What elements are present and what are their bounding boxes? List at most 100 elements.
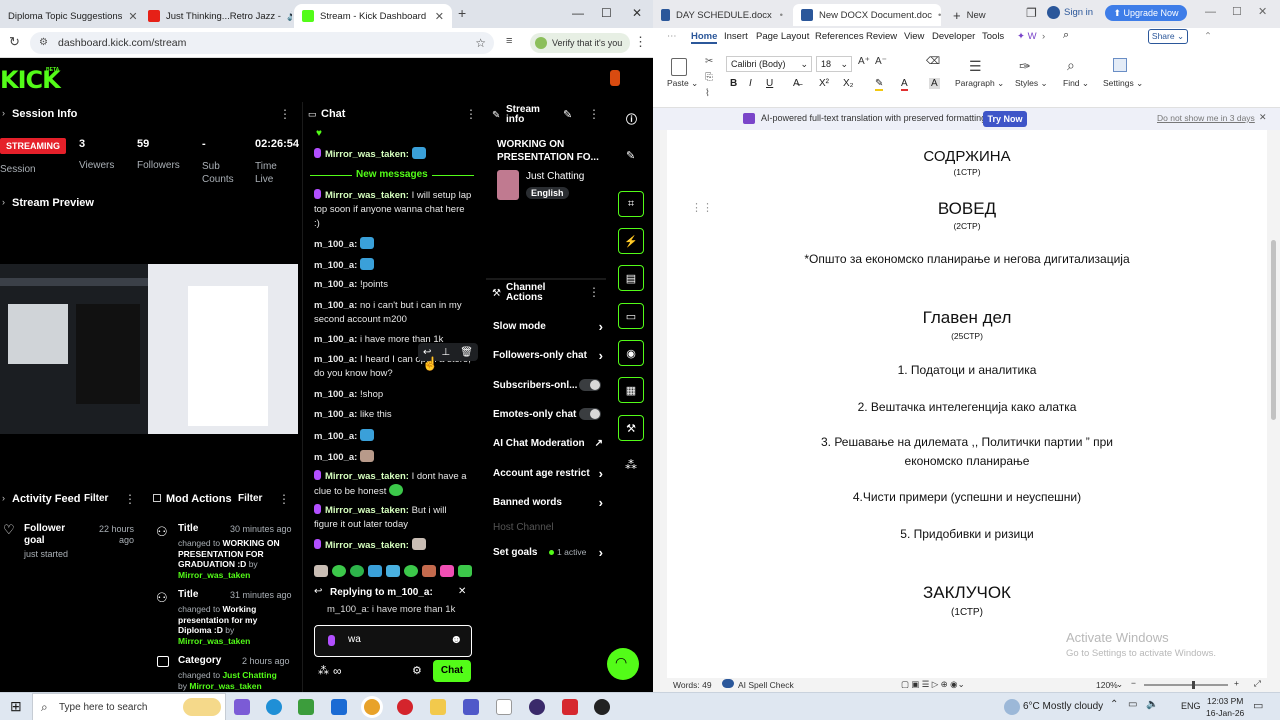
activity-filter-button[interactable]: Filter <box>84 493 108 504</box>
emote-icon[interactable] <box>332 565 346 577</box>
mod-filter-button[interactable]: Filter <box>238 493 262 504</box>
points-icon[interactable]: ⁂ <box>318 664 329 677</box>
chrome-icon[interactable] <box>364 699 380 715</box>
followers-only-row[interactable]: Followers-only chat › <box>493 349 603 362</box>
find-icon[interactable]: ⌕ <box>1067 57 1075 74</box>
delete-icon[interactable]: 🗑 <box>460 347 473 358</box>
tab-view[interactable]: View <box>904 31 924 42</box>
chat-send-button[interactable]: Chat <box>433 660 471 682</box>
paste-icon[interactable] <box>671 58 687 76</box>
kebab-menu-icon[interactable]: ⋮ <box>124 492 136 506</box>
teams-icon[interactable] <box>463 699 479 715</box>
tab-developer[interactable]: Developer <box>932 31 975 42</box>
weather-text[interactable]: 6°C Mostly cloudy <box>1023 701 1103 712</box>
upgrade-button[interactable]: ⬆ Upgrade Now <box>1105 5 1187 21</box>
url-input[interactable]: ⚙ dashboard.kick.com/stream ☆ <box>30 32 494 54</box>
chat-message[interactable]: Mirror_was_taken: <box>314 147 472 162</box>
banned-words-row[interactable]: Banned words › <box>493 496 603 509</box>
styles-button[interactable]: Styles ⌄ <box>1015 78 1048 89</box>
tab-review[interactable]: Review <box>866 31 897 42</box>
browser-tab[interactable]: Just Thinking...Retro Jazz - 🔊 ✕ <box>140 4 292 28</box>
chat-username[interactable]: m_100_a: <box>314 354 357 365</box>
ai-chat-moderation-row[interactable]: AI Chat Moderation ↗ <box>493 438 603 449</box>
tab-insert[interactable]: Insert <box>724 31 748 42</box>
kebab-menu-icon[interactable]: ⋮ <box>465 107 477 121</box>
spell-check-toggle[interactable] <box>722 679 734 688</box>
chat-username[interactable]: Mirror_was_taken: <box>325 471 409 482</box>
close-icon[interactable]: ✕ <box>435 10 444 23</box>
font-color-icon[interactable]: A <box>901 78 908 91</box>
copy-icon[interactable]: ⎘ <box>705 72 713 83</box>
chat-message[interactable]: m_100_a: <box>314 237 472 252</box>
sign-in-button[interactable]: Sign in <box>1047 6 1093 19</box>
edit-icon[interactable]: ✎ <box>563 108 572 121</box>
copilot-icon[interactable] <box>234 699 250 715</box>
document-icon[interactable]: ▤ <box>618 265 644 291</box>
cut-icon[interactable]: ✂ <box>705 56 713 67</box>
settings-button[interactable]: Settings ⌄ <box>1103 78 1143 89</box>
infinity-icon[interactable]: ∞ <box>333 664 342 678</box>
chevron-right-icon[interactable]: › <box>1042 31 1045 42</box>
character-shading-icon[interactable]: A <box>929 78 940 89</box>
chat-username[interactable]: Mirror_was_taken: <box>325 149 409 160</box>
scrollbar-thumb[interactable] <box>1271 240 1276 420</box>
apps-icon[interactable]: ⁂ <box>625 458 637 472</box>
document-tab-active[interactable]: New DOCX Document.doc • <box>793 4 941 26</box>
close-icon[interactable]: ✕ <box>128 10 137 23</box>
clear-format-icon[interactable]: ⌫ <box>926 56 940 67</box>
emote-icon[interactable] <box>458 565 472 577</box>
shrink-font-icon[interactable]: A⁻ <box>875 56 887 67</box>
new-tab-icon[interactable]: + <box>458 5 466 21</box>
network-icon[interactable]: ▭ <box>1128 699 1137 710</box>
kebab-menu-icon[interactable]: ⋮ <box>278 492 290 506</box>
chat-username[interactable]: m_100_a: <box>314 452 357 463</box>
font-name-select[interactable]: Calibri (Body) ⌄ <box>726 56 812 72</box>
more-icon[interactable]: ⋯ <box>667 31 677 42</box>
document-page[interactable]: ⋮⋮ СОДРЖИНА (1СТР) ВОВЕД (2СТР) *Општо з… <box>667 130 1267 678</box>
chat-message[interactable]: Mirror_was_taken: <box>314 538 472 553</box>
paste-button[interactable]: Paste ⌄ <box>667 78 698 89</box>
kebab-menu-icon[interactable]: ⋮ <box>588 285 600 299</box>
slow-mode-row[interactable]: Slow mode › <box>493 320 603 333</box>
emotes-only-toggle[interactable] <box>579 408 601 420</box>
windows-start-icon[interactable]: ⊞ <box>10 698 22 715</box>
maximize-icon[interactable]: ☐ <box>601 6 612 20</box>
emote-icon[interactable] <box>422 565 436 577</box>
chat-username[interactable]: m_100_a: <box>314 409 357 420</box>
close-window-icon[interactable]: ✕ <box>632 6 642 20</box>
broadcast-icon[interactable]: ◉ <box>618 340 644 366</box>
chat-message[interactable]: m_100_a: !points <box>314 278 472 292</box>
chat-username[interactable]: Mirror_was_taken: <box>325 190 409 201</box>
taskbar-search[interactable]: ⌕ Type here to search <box>32 693 226 720</box>
collapse-ribbon-icon[interactable]: ⌃ <box>1204 31 1212 42</box>
chat-username[interactable]: m_100_a: <box>314 431 357 442</box>
bookmark-star-icon[interactable]: ☆ <box>475 32 486 54</box>
chat-message[interactable]: Mirror_was_taken: I will setup lap top s… <box>314 189 472 231</box>
clock-time[interactable]: 12:03 PM <box>1207 696 1243 706</box>
set-goals-row[interactable]: Set goals 1 active › <box>493 546 603 559</box>
document-tab[interactable]: DAY SCHEDULE.docx • <box>653 4 791 26</box>
chat-message[interactable]: m_100_a: <box>314 258 472 273</box>
superscript-icon[interactable]: X² <box>819 78 829 89</box>
zoom-dropdown-icon[interactable]: ⌄ <box>1116 679 1123 690</box>
browser-tab-active[interactable]: Stream - Kick Dashboard ✕ <box>294 4 452 28</box>
verify-button[interactable]: Verify that it's you <box>530 33 631 53</box>
chat-input[interactable]: wa ☻ <box>314 625 472 657</box>
emoji-icon[interactable]: ☻ <box>450 632 463 646</box>
new-tab-button[interactable]: + New <box>945 4 994 26</box>
menu-dots-icon[interactable]: ⋮ <box>634 34 647 50</box>
emote-icon[interactable] <box>350 565 364 577</box>
browser-tab[interactable]: Diploma Topic Suggestions ✕ <box>0 4 140 28</box>
zoom-level[interactable]: 120% <box>1096 680 1118 690</box>
tab-tools[interactable]: Tools <box>982 31 1004 42</box>
emote-icon[interactable] <box>314 565 328 577</box>
vertical-scrollbar[interactable] <box>1267 130 1280 678</box>
chat-username[interactable]: Mirror_was_taken: <box>325 540 409 551</box>
chat-input-value[interactable]: wa <box>348 634 361 645</box>
close-banner-icon[interactable]: ✕ <box>1259 112 1267 123</box>
format-painter-icon[interactable]: ⌇ <box>705 88 710 99</box>
chat-username[interactable]: m_100_a: <box>314 300 357 311</box>
app-icon[interactable] <box>594 699 610 715</box>
emote-icon[interactable] <box>404 565 418 577</box>
lightning-icon[interactable]: ⚡ <box>618 228 644 254</box>
